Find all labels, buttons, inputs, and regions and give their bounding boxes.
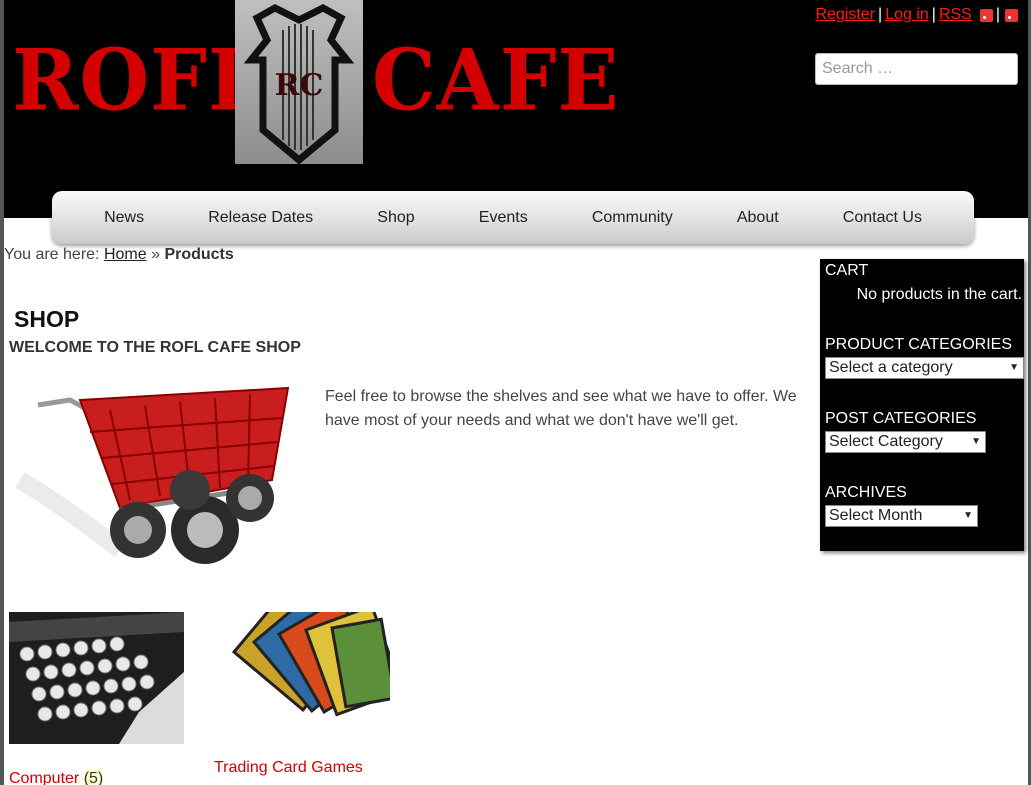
- register-link[interactable]: Register: [815, 6, 875, 24]
- breadcrumb-home-link[interactable]: Home: [104, 246, 147, 263]
- archives-month-select-value: Select Month: [829, 507, 923, 524]
- computer-category: Computer (5): [9, 770, 104, 785]
- link-separator: |: [931, 6, 936, 23]
- archives-month-select[interactable]: Select Month ▼: [825, 505, 978, 527]
- chevron-down-icon: ▼: [963, 510, 973, 521]
- chevron-down-icon: ▼: [1009, 362, 1019, 373]
- product-category-select-value: Select a category: [829, 359, 953, 376]
- product-category-select[interactable]: Select a category ▼: [825, 357, 1024, 379]
- breadcrumb-separator: »: [151, 246, 160, 263]
- trading-card-games-category-image[interactable]: [214, 594, 405, 732]
- product-categories-title: PRODUCT CATEGORIES: [825, 336, 1012, 353]
- archives-title: ARCHIVES: [825, 484, 907, 501]
- nav-item-release-dates[interactable]: Release Dates: [208, 209, 313, 227]
- nav-item-news[interactable]: News: [104, 209, 144, 227]
- shopping-cart-image: [10, 370, 310, 585]
- post-category-select[interactable]: Select Category ▼: [825, 431, 986, 453]
- account-links: Register | Log in | RSS |: [815, 6, 1018, 24]
- breadcrumb-current: Products: [164, 246, 234, 263]
- page-title: SHOP: [14, 306, 80, 332]
- link-separator: |: [878, 6, 883, 23]
- trading-card-games-category-link[interactable]: Trading Card Games: [214, 759, 363, 776]
- search-input[interactable]: [815, 53, 1018, 85]
- nav-item-events[interactable]: Events: [479, 209, 528, 227]
- post-category-select-value: Select Category: [829, 433, 943, 450]
- rss-posts-icon[interactable]: [979, 8, 993, 22]
- logo-rofl-text[interactable]: ROFL: [12, 38, 265, 122]
- crest-letters: RC: [275, 68, 324, 103]
- nav-item-contact-us[interactable]: Contact Us: [843, 209, 922, 227]
- page-subtitle: WELCOME TO THE ROFL CAFE SHOP: [9, 339, 301, 356]
- logo-cafe-text[interactable]: CAFE: [372, 38, 620, 122]
- shop-intro-text: Feel free to browse the shelves and see …: [325, 388, 797, 429]
- rss-comments-icon[interactable]: [1005, 8, 1018, 22]
- chevron-down-icon: ▼: [971, 436, 981, 447]
- computer-category-link[interactable]: Computer: [9, 770, 79, 785]
- cart-widget-title: CART: [825, 262, 869, 279]
- post-categories-title: POST CATEGORIES: [825, 410, 977, 427]
- login-link[interactable]: Log in: [885, 6, 929, 24]
- nav-item-shop[interactable]: Shop: [377, 209, 414, 227]
- trading-card-games-category: Trading Card Games: [214, 759, 363, 777]
- rss-link[interactable]: RSS: [939, 6, 972, 24]
- computer-category-count: (5): [83, 770, 104, 785]
- breadcrumb-prefix: You are here:: [4, 246, 100, 263]
- cart-empty-message: No products in the cart.: [856, 286, 1022, 303]
- link-separator: |: [995, 6, 1000, 23]
- sidebar: CART No products in the cart. PRODUCT CA…: [820, 259, 1024, 551]
- main-navigation: News Release Dates Shop Events Community…: [52, 191, 974, 244]
- site-header: ROFL RC CAFE Register | Log in | RSS |: [4, 0, 1028, 218]
- nav-item-about[interactable]: About: [737, 209, 779, 227]
- computer-category-image[interactable]: [9, 612, 184, 744]
- logo-crest-icon[interactable]: RC: [235, 0, 363, 165]
- nav-item-community[interactable]: Community: [592, 209, 673, 227]
- breadcrumb: You are here: Home » Products: [4, 246, 234, 264]
